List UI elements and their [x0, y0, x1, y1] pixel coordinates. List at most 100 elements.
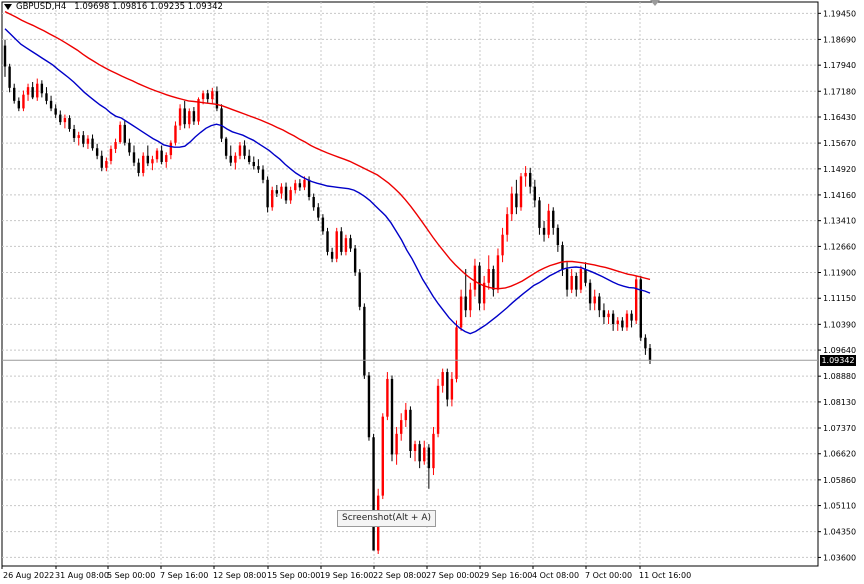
candle-body: [588, 282, 592, 304]
y-tick-label: 1.18690: [823, 35, 856, 44]
candle-body: [427, 447, 431, 469]
y-tick-label: 1.09640: [823, 346, 856, 355]
candle-body: [611, 313, 615, 324]
candle-body: [455, 327, 458, 379]
chart-shift-arrow-icon[interactable]: [650, 0, 660, 6]
candle-body: [137, 162, 140, 173]
candle-body: [524, 172, 527, 177]
candle-body: [519, 176, 523, 208]
timeframe-label: H4: [54, 2, 67, 12]
candle-body: [307, 179, 311, 197]
candle-body: [404, 409, 408, 421]
candle-body: [13, 87, 16, 101]
x-tick-label: 7 Sep 16:00: [160, 571, 208, 580]
candle-body: [575, 275, 578, 290]
candle-body: [192, 111, 196, 122]
candle-body: [446, 372, 449, 400]
candle-body: [220, 108, 223, 139]
candle-body: [644, 337, 647, 349]
candle-body: [31, 87, 34, 98]
candle-body: [505, 214, 509, 235]
triangle-down-icon: [4, 4, 12, 10]
plot-area[interactable]: [1, 1, 819, 567]
candle-body: [275, 190, 279, 194]
candle-body: [142, 155, 145, 173]
x-tick-label: 11 Oct 16:00: [639, 571, 691, 580]
candle-body: [49, 100, 53, 109]
x-tick-label: 15 Sep 00:00: [267, 571, 320, 580]
candle-body: [547, 210, 550, 235]
y-tick-label: 1.05860: [823, 476, 856, 485]
x-tick-label: 27 Sep 00:00: [426, 571, 479, 580]
candle-body: [436, 385, 440, 434]
y-tick-label: 1.15670: [823, 139, 856, 148]
candle-body: [598, 296, 601, 311]
candle-body: [584, 269, 587, 283]
y-tick-label: 1.17180: [823, 87, 856, 96]
candle-body: [349, 238, 352, 249]
y-tick-label: 1.08130: [823, 398, 856, 407]
x-tick-label: 12 Sep 08:00: [213, 571, 266, 580]
x-tick-label: 29 Sep 16:00: [479, 571, 532, 580]
y-tick-label: 1.14160: [823, 191, 856, 200]
candle-body: [72, 129, 76, 138]
candle-body: [330, 251, 334, 259]
candle-body: [344, 238, 348, 252]
candle-body: [321, 217, 325, 232]
y-tick-label: 1.13410: [823, 217, 856, 226]
candle-body: [252, 161, 255, 167]
chart-canvas[interactable]: 1.19450 1.18690 1.17940 1.17180 1.16430 1.156…: [0, 0, 864, 584]
candle-body: [132, 152, 136, 163]
candle-body: [418, 444, 421, 462]
candle-body: [432, 433, 435, 469]
candle-body: [86, 138, 90, 144]
candle-body: [515, 193, 518, 208]
candle-body: [492, 269, 495, 290]
candle-body: [114, 142, 117, 149]
candle-body: [441, 372, 444, 386]
candle-body: [36, 83, 39, 98]
candle-body: [294, 183, 297, 191]
candle-body: [105, 160, 108, 168]
candle-body: [639, 279, 642, 338]
candle-body: [257, 166, 260, 170]
y-tick-label: 1.11900: [823, 269, 856, 278]
symbol-label: GBPUSD: [16, 2, 52, 12]
candle-body: [335, 231, 338, 259]
x-tick-label: 22 Sep 08:00: [373, 571, 426, 580]
y-tick-label: 1.16430: [823, 113, 856, 122]
candle-body: [109, 148, 113, 161]
x-tick-label: 19 Sep 16:00: [320, 571, 373, 580]
candle-body: [630, 313, 633, 321]
candle-body: [312, 196, 315, 208]
candle-body: [450, 378, 454, 400]
candle-body: [91, 138, 94, 149]
candle-body: [206, 93, 209, 100]
candle-body: [77, 135, 80, 138]
candle-body: [22, 94, 25, 109]
candle-body: [234, 155, 237, 163]
candle-body: [155, 150, 159, 160]
candle-body: [381, 416, 384, 496]
candle-body: [621, 320, 624, 328]
candle-body: [146, 155, 150, 164]
candle-body: [533, 186, 537, 201]
ohlc-readout: 1.09698 1.09816 1.09235 1.09342: [74, 2, 223, 12]
candle-body: [123, 124, 126, 143]
candle-body: [82, 135, 85, 144]
candle-body: [178, 108, 182, 126]
candle-body: [45, 93, 48, 101]
candle-body: [169, 142, 173, 156]
candle-body: [464, 296, 467, 311]
x-tick-label: 4 Oct 08:00: [532, 571, 579, 580]
candle-body: [3, 45, 7, 67]
chart-window[interactable]: 1.19450 1.18690 1.17940 1.17180 1.16430 1.156…: [0, 0, 864, 584]
x-tick-label: 26 Aug 2022: [3, 571, 54, 580]
candle-body: [266, 179, 269, 208]
candle-body: [372, 437, 375, 551]
candle-body: [68, 118, 71, 130]
y-tick-label: 1.05110: [823, 502, 856, 511]
candle-body: [469, 289, 472, 311]
candle-body: [229, 155, 232, 163]
x-tick-label: 31 Aug 08:00: [55, 571, 109, 580]
